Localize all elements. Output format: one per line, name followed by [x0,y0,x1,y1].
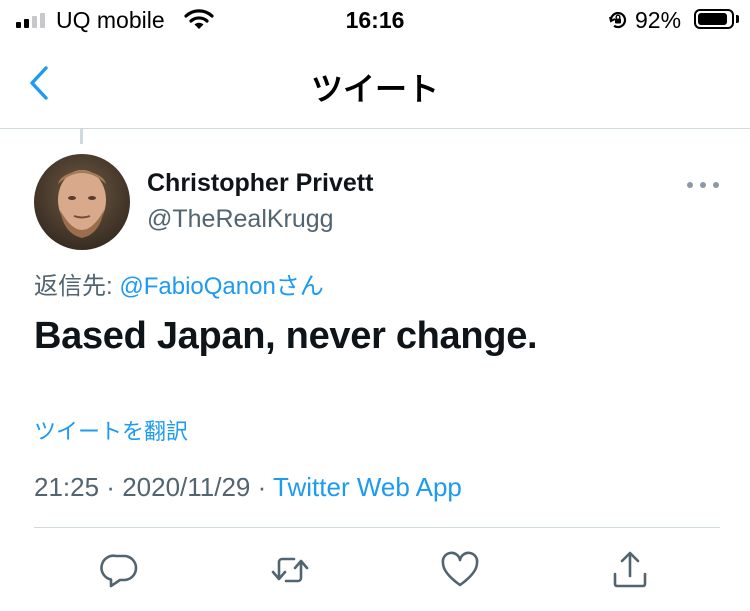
tweet-date: 2020/11/29 [122,472,251,502]
avatar[interactable] [34,154,130,250]
page-title: ツイート [310,71,439,107]
battery-percent: 92% [635,7,682,33]
status-bar: UQ mobile 16:16 92% [0,0,750,42]
reply-mention-link[interactable]: @FabioQanonさん [119,273,323,300]
rotation-lock-icon [606,8,630,37]
reply-to-line: 返信先: @FabioQanonさん [34,266,324,301]
share-icon [613,551,647,588]
thread-connector-line [80,128,83,144]
reply-button[interactable] [98,548,142,592]
battery-level-fill [698,13,727,25]
share-button[interactable] [608,548,652,592]
tweet-source-link[interactable]: Twitter Web App [273,472,462,502]
retweet-button[interactable] [268,548,312,592]
tweet-time: 21:25 [34,472,100,502]
battery-cap [736,15,739,23]
more-options-icon[interactable] [685,178,721,192]
like-button[interactable] [438,548,482,592]
battery-icon [694,9,734,29]
retweet-icon [271,557,309,583]
tweet-metadata: 21:25 · 2020/11/29 · Twitter Web App [34,472,462,503]
translate-tweet-link[interactable]: ツイートを翻訳 [34,414,188,446]
divider [34,527,720,528]
meta-separator: · [99,472,123,502]
author-name[interactable]: Christopher Privett [147,169,373,198]
author-handle[interactable]: @TheRealKrugg [147,205,334,234]
reply-icon [100,554,138,588]
tweet-text: Based Japan, never change. [34,315,538,357]
nav-header: ツイート [0,42,750,129]
heart-icon [441,551,479,587]
meta-separator: · [250,472,274,502]
reply-to-prefix: 返信先: [34,273,120,300]
